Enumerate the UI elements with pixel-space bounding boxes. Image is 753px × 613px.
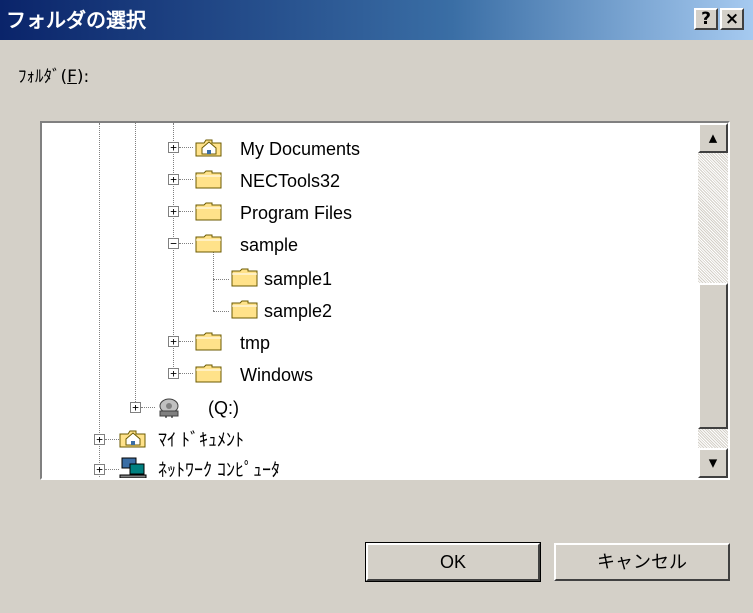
tree-item-tmp[interactable]: + tmp	[42, 328, 702, 358]
tree-item-label: ﾈｯﾄﾜｰｸ ｺﾝﾋﾟｭｰﾀ	[158, 460, 281, 480]
tree-guide-line	[179, 341, 193, 342]
tree-item-label: ﾏｲ ﾄﾞｷｭﾒﾝﾄ	[158, 430, 245, 450]
folder-label-prefix: ﾌｫﾙﾀﾞ(	[18, 67, 68, 87]
folder-label-accesskey: F	[67, 67, 77, 87]
tree-item-label: NECTools32	[240, 171, 341, 191]
ok-button[interactable]: OK	[365, 542, 541, 582]
tree-item-sample[interactable]: − sample	[42, 230, 702, 260]
tree-item-sample2[interactable]: sample2	[42, 294, 702, 324]
network-computer-icon	[119, 457, 147, 478]
tree-item-q-drive[interactable]: + (Q:)	[42, 392, 702, 422]
expand-toggle[interactable]: +	[130, 402, 141, 413]
tree-item-label: Program Files	[240, 203, 353, 223]
dialog-title: フォルダの選択	[6, 8, 146, 32]
tree-item-label: tmp	[240, 333, 271, 353]
tree-item-windows[interactable]: + Windows	[42, 360, 702, 390]
tree-item-label: sample2	[264, 301, 333, 321]
folder-icon	[195, 202, 222, 221]
folder-label: ﾌｫﾙﾀﾞ(F):	[18, 66, 89, 88]
expand-toggle[interactable]: +	[168, 336, 179, 347]
tree-guide-line	[141, 407, 155, 408]
folder-icon	[195, 234, 222, 253]
my-documents-folder-icon	[119, 430, 146, 448]
scroll-up-arrow-icon: ▲	[708, 131, 718, 145]
folder-tree-content: + My Documents + NECTools32 + Program Fi…	[42, 123, 728, 478]
folder-tree[interactable]: + My Documents + NECTools32 + Program Fi…	[40, 121, 730, 480]
tree-guide-line	[179, 211, 193, 212]
cancel-button[interactable]: キャンセル	[554, 543, 730, 581]
folder-icon	[231, 268, 258, 287]
network-drive-icon	[159, 398, 179, 418]
tree-item-label: Windows	[240, 365, 314, 385]
tree-item-network-computer[interactable]: + ﾈｯﾄﾜｰｸ ｺﾝﾋﾟｭｰﾀ	[42, 454, 702, 480]
scrollbar-thumb[interactable]	[698, 283, 728, 429]
tree-guide-line	[179, 179, 193, 180]
tree-item-label: sample1	[264, 269, 333, 289]
folder-select-dialog: フォルダの選択 ? × ﾌｫﾙﾀﾞ(F): + My Documents + N…	[0, 0, 753, 613]
expand-toggle[interactable]: +	[94, 464, 105, 475]
scroll-up-button[interactable]: ▲	[698, 123, 728, 153]
folder-label-suffix: ):	[76, 67, 90, 87]
title-bar[interactable]: フォルダの選択 ? ×	[0, 0, 753, 40]
tree-guide-line	[105, 439, 119, 440]
expand-toggle[interactable]: +	[94, 434, 105, 445]
expand-toggle[interactable]: +	[168, 206, 179, 217]
vertical-scrollbar[interactable]: ▲ ▼	[698, 123, 728, 478]
tree-item-label: My Documents	[240, 139, 361, 159]
tree-item-my-documents[interactable]: + My Documents	[42, 134, 702, 164]
folder-icon	[195, 170, 222, 189]
expand-toggle[interactable]: +	[168, 142, 179, 153]
collapse-toggle[interactable]: −	[168, 238, 179, 249]
folder-icon	[195, 364, 222, 383]
close-button[interactable]: ×	[720, 8, 744, 30]
help-button[interactable]: ?	[694, 8, 718, 30]
my-documents-folder-icon	[195, 139, 222, 157]
tree-guide-line	[179, 373, 193, 374]
tree-guide-line	[105, 469, 119, 470]
tree-guide-line	[179, 243, 193, 244]
tree-item-label: sample	[240, 235, 299, 255]
expand-toggle[interactable]: +	[168, 174, 179, 185]
tree-item-my-documents-jp[interactable]: + ﾏｲ ﾄﾞｷｭﾒﾝﾄ	[42, 424, 702, 454]
folder-icon	[195, 332, 222, 351]
scroll-down-arrow-icon: ▼	[708, 456, 718, 470]
tree-item-label: (Q:)	[208, 398, 239, 418]
scroll-down-button[interactable]: ▼	[698, 448, 728, 478]
folder-icon	[231, 300, 258, 319]
tree-item-nectools32[interactable]: + NECTools32	[42, 166, 702, 196]
tree-guide-line	[179, 147, 193, 148]
expand-toggle[interactable]: +	[168, 368, 179, 379]
tree-item-sample1[interactable]: sample1	[42, 262, 702, 292]
tree-item-program-files[interactable]: + Program Files	[42, 198, 702, 228]
